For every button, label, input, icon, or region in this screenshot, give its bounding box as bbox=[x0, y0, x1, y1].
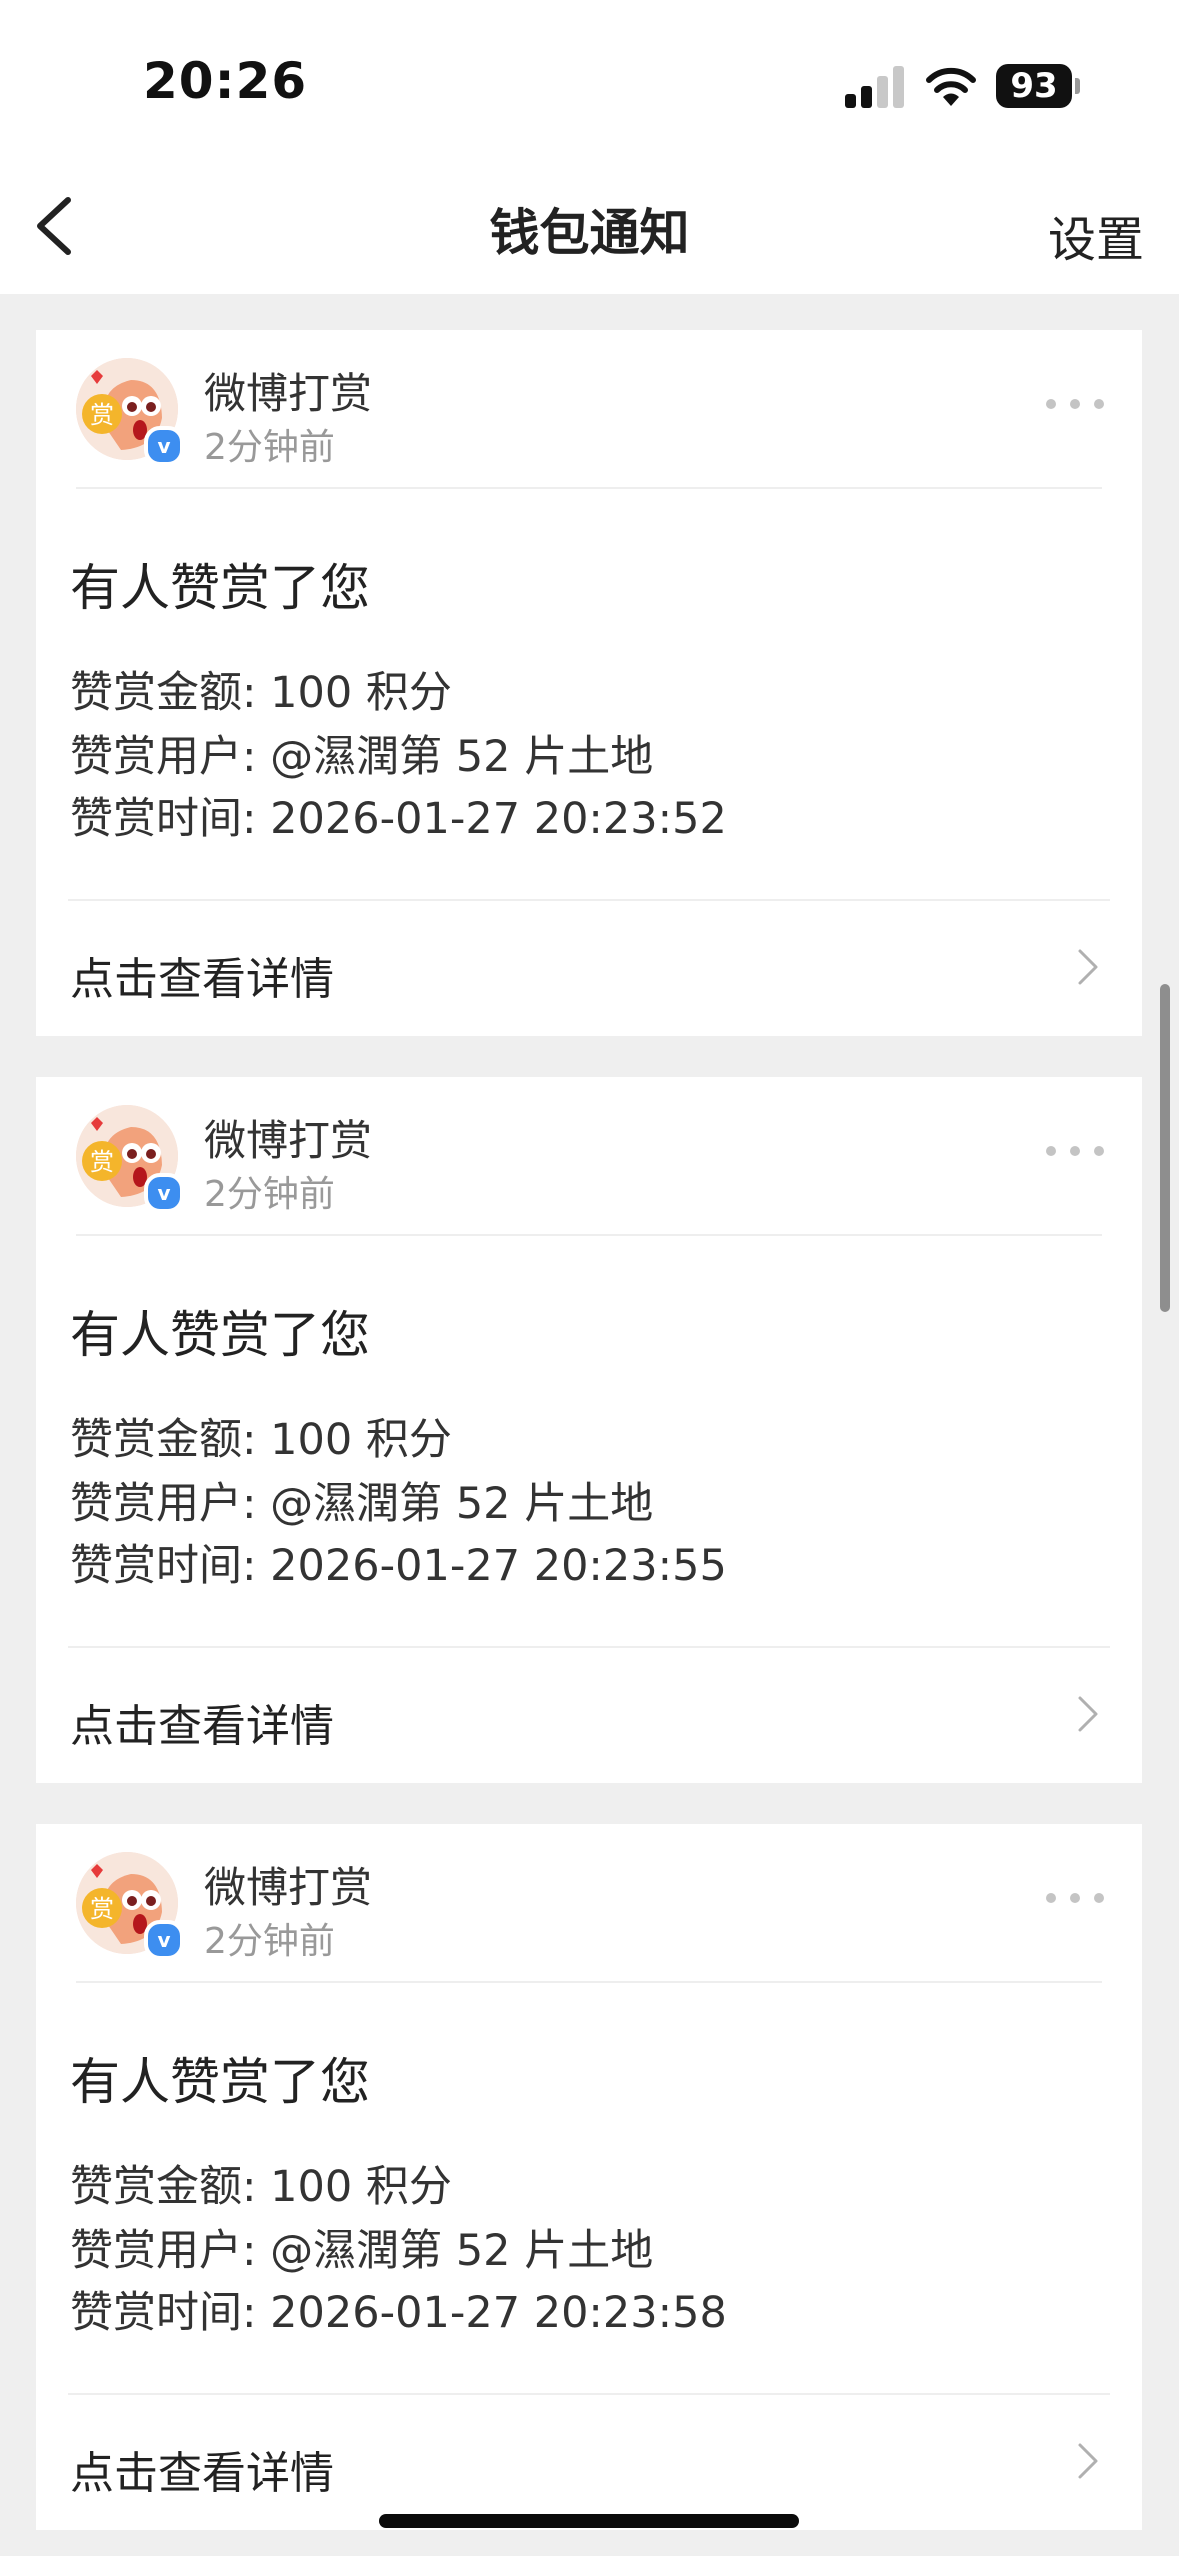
avatar-badge-text: 赏 bbox=[90, 1148, 114, 1176]
chevron-right-icon bbox=[1078, 2443, 1098, 2479]
wifi-icon bbox=[926, 67, 976, 106]
cellular-signal-icon bbox=[845, 64, 905, 108]
view-details-link[interactable]: 点击查看详情 bbox=[36, 1648, 1142, 1783]
home-indicator[interactable] bbox=[379, 2514, 799, 2528]
reward-amount: 赞赏金额: 100 积分 bbox=[70, 1415, 452, 1465]
view-details-label: 点击查看详情 bbox=[70, 954, 334, 1005]
battery-cap bbox=[1075, 78, 1080, 94]
chevron-right-icon bbox=[1078, 1696, 1098, 1732]
notification-headline: 有人赞赏了您 bbox=[70, 2053, 370, 2111]
top-bar: 20:26 93 钱包通知 设置 bbox=[0, 0, 1179, 294]
page-title: 钱包通知 bbox=[489, 204, 690, 262]
notification-headline: 有人赞赏了您 bbox=[70, 559, 370, 617]
notification-card: 赏 v 微博打赏 2分钟前 有人赞赏了您 赞赏金额: 100 积分 赞赏用户: … bbox=[36, 1824, 1142, 2530]
reward-time: 赞赏时间: 2026-01-27 20:23:55 bbox=[70, 1541, 727, 1591]
divider bbox=[76, 487, 1102, 489]
verified-badge-icon: v bbox=[144, 1920, 184, 1960]
chevron-right-icon bbox=[1078, 949, 1098, 985]
view-details-label: 点击查看详情 bbox=[70, 1701, 334, 1752]
reward-time: 赞赏时间: 2026-01-27 20:23:52 bbox=[70, 794, 727, 844]
more-options-button[interactable] bbox=[1046, 1888, 1106, 1908]
sender-name[interactable]: 微博打赏 bbox=[204, 1854, 372, 1915]
reward-user: 赞赏用户: @濕潤第 52 片土地 bbox=[70, 2226, 654, 2276]
view-details-label: 点击查看详情 bbox=[70, 2448, 334, 2499]
view-details-link[interactable]: 点击查看详情 bbox=[36, 2395, 1142, 2530]
reward-user: 赞赏用户: @濕潤第 52 片土地 bbox=[70, 732, 654, 782]
battery-indicator: 93 bbox=[996, 64, 1072, 108]
scroll-indicator[interactable] bbox=[1160, 984, 1170, 1312]
view-details-link[interactable]: 点击查看详情 bbox=[36, 901, 1142, 1036]
notification-card: 赏 v 微博打赏 2分钟前 有人赞赏了您 赞赏金额: 100 积分 赞赏用户: … bbox=[36, 1077, 1142, 1783]
notification-headline: 有人赞赏了您 bbox=[70, 1306, 370, 1364]
sender-name[interactable]: 微博打赏 bbox=[204, 360, 372, 421]
verified-badge-icon: v bbox=[144, 426, 184, 466]
verified-badge-icon: v bbox=[144, 1173, 184, 1213]
divider bbox=[76, 1981, 1102, 1983]
sender-name[interactable]: 微博打赏 bbox=[204, 1107, 372, 1168]
more-options-button[interactable] bbox=[1046, 1141, 1106, 1161]
more-options-button[interactable] bbox=[1046, 394, 1106, 414]
time-ago: 2分钟前 bbox=[204, 1174, 335, 1215]
time-ago: 2分钟前 bbox=[204, 427, 335, 468]
status-time: 20:26 bbox=[143, 52, 308, 110]
avatar-badge-text: 赏 bbox=[90, 1895, 114, 1923]
reward-time: 赞赏时间: 2026-01-27 20:23:58 bbox=[70, 2288, 727, 2338]
divider bbox=[76, 1234, 1102, 1236]
notification-card: 赏 v 微博打赏 2分钟前 有人赞赏了您 赞赏金额: 100 积分 赞赏用户: … bbox=[36, 330, 1142, 1036]
avatar-badge-text: 赏 bbox=[90, 401, 114, 429]
settings-button[interactable]: 设置 bbox=[1048, 200, 1144, 270]
time-ago: 2分钟前 bbox=[204, 1921, 335, 1962]
reward-user: 赞赏用户: @濕潤第 52 片土地 bbox=[70, 1479, 654, 1529]
reward-amount: 赞赏金额: 100 积分 bbox=[70, 2162, 452, 2212]
reward-amount: 赞赏金额: 100 积分 bbox=[70, 668, 452, 718]
